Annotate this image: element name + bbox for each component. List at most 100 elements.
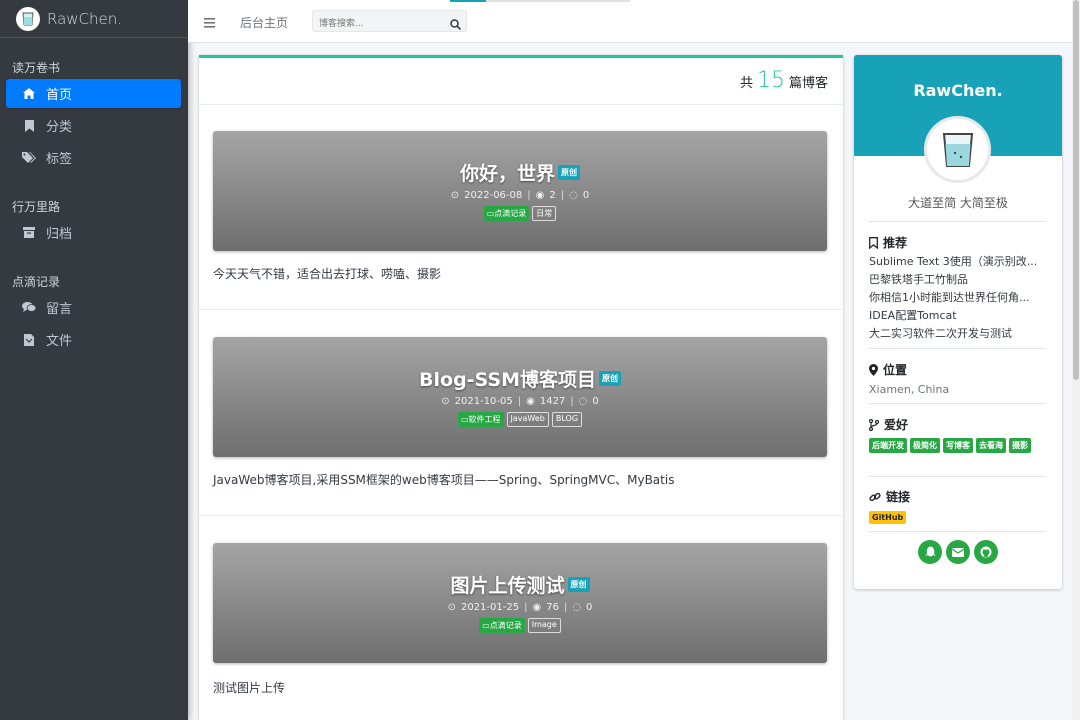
- post-title[interactable]: 你好，世界 原创: [460, 159, 580, 186]
- hobby-badge: 写博客: [943, 438, 973, 453]
- github-icon[interactable]: [974, 540, 998, 564]
- clock-icon: ⊙: [441, 396, 450, 407]
- hobby-title-text: 爱好: [884, 418, 909, 432]
- location-value: Xiamen, China: [869, 383, 950, 396]
- post-summary: JavaWeb博客项目,采用SSM框架的web博客项目——Spring、Spri…: [213, 473, 675, 487]
- original-badge: 原创: [598, 371, 621, 386]
- scrollbar-thumb[interactable]: [1073, 0, 1079, 380]
- cup-icon: [942, 132, 973, 167]
- post-banner[interactable]: 你好，世界 原创 ⊙ 2022-06-08 | ◉ 2 | ◌ 0 ▭点滴记录 日常: [213, 131, 827, 251]
- folder-icon: ▭: [482, 621, 490, 630]
- sidebar-item-messages[interactable]: 留言: [6, 293, 181, 322]
- sidebar-item-tags[interactable]: 标签: [6, 143, 181, 172]
- category-badge[interactable]: ▭点滴记录: [479, 618, 525, 633]
- post-divider: [199, 309, 843, 310]
- blog-count-number: 15: [756, 68, 785, 93]
- recommend-link[interactable]: 大二实习软件二次开发与测试: [869, 325, 1046, 343]
- recommend-link[interactable]: IDEA配置Tomcat: [869, 307, 1046, 325]
- recommend-title-text: 推荐: [883, 236, 908, 250]
- blog-count-row: 共 15 篇博客: [199, 58, 843, 105]
- sidebar: RawChen. 读万卷书 首页 分类 标签 行万里路 归档 点滴记录 留言 文…: [0, 0, 188, 720]
- post-title[interactable]: Blog-SSM博客项目 原创: [419, 365, 621, 392]
- brand-logo-icon: [16, 6, 40, 31]
- post-title[interactable]: 图片上传测试 原创: [450, 571, 590, 598]
- brand-name: RawChen.: [47, 9, 123, 28]
- sidebar-item-label: 首页: [46, 88, 73, 103]
- tag-badge[interactable]: Image: [527, 618, 561, 633]
- original-badge: 原创: [567, 577, 590, 592]
- location-section: 位置 Xiamen, China: [869, 361, 1046, 396]
- recommend-link[interactable]: 巴黎铁塔手工竹制品: [869, 271, 1046, 289]
- post-date: 2022-06-08: [464, 190, 523, 201]
- category-badge[interactable]: ▭点滴记录: [483, 206, 530, 221]
- recommend-list: Sublime Text 3使用（演示别改... 巴黎铁塔手工竹制品 你相信1小…: [869, 253, 1046, 343]
- qq-icon[interactable]: [918, 540, 942, 564]
- divider: [869, 403, 1046, 404]
- recommend-section: 推荐 Sublime Text 3使用（演示别改... 巴黎铁塔手工竹制品 你相…: [869, 234, 1046, 343]
- hobby-badge: 极简化: [910, 438, 940, 453]
- post-banner[interactable]: Blog-SSM博客项目 原创 ⊙ 2021-10-05 | ◉ 1427 | ◌ 0…: [213, 337, 827, 457]
- post-divider: [199, 515, 843, 516]
- eye-icon: ◉: [535, 190, 545, 201]
- sidebar-item-label: 归档: [46, 227, 73, 242]
- nav-header-travel: 行万里路: [12, 200, 61, 214]
- recommend-link[interactable]: 你相信1小时能到达世界任何角...: [869, 289, 1046, 307]
- divider: [869, 348, 1046, 349]
- sidebar-item-home[interactable]: 首页: [6, 79, 181, 108]
- post-comments: 0: [586, 602, 593, 613]
- hobby-title: 爱好: [869, 416, 1046, 433]
- sidebar-item-category[interactable]: 分类: [6, 111, 181, 140]
- category-label: 点滴记录: [494, 209, 527, 218]
- tags-icon: [22, 151, 36, 165]
- page-scrollbar[interactable]: [1072, 0, 1080, 720]
- sidebar-item-files[interactable]: 文件: [6, 325, 181, 354]
- tag-badge[interactable]: JavaWeb: [506, 412, 549, 427]
- original-badge: 原创: [558, 165, 580, 180]
- post-views: 2: [549, 190, 556, 201]
- recommend-title: 推荐: [869, 234, 1046, 251]
- social-buttons: [854, 540, 1062, 564]
- post-date: 2021-10-05: [454, 396, 513, 407]
- location-title: 位置: [869, 361, 1046, 378]
- tag-badge[interactable]: 日常: [532, 206, 557, 221]
- meta-separator: |: [527, 190, 531, 201]
- bars-icon[interactable]: [204, 14, 216, 28]
- divider: [869, 476, 1046, 477]
- top-navbar: 后台主页: [188, 0, 1080, 43]
- sidebar-item-archive[interactable]: 归档: [6, 218, 181, 247]
- links-section: 链接 GitHub: [869, 488, 1046, 524]
- category-label: 软件工程: [468, 415, 501, 424]
- meta-separator: |: [563, 602, 568, 613]
- search-icon[interactable]: [450, 15, 462, 31]
- category-badge[interactable]: ▭软件工程: [457, 412, 504, 427]
- post-tags: ▭点滴记录 日常: [213, 206, 827, 221]
- links-title: 链接: [869, 488, 1046, 505]
- meta-separator: |: [524, 602, 528, 613]
- post-tags: ▭点滴记录 Image: [213, 618, 827, 633]
- avatar: [924, 116, 991, 183]
- tab-indicator: [486, 0, 630, 2]
- sidebar-item-label: 留言: [46, 302, 73, 317]
- code-branch-icon: [869, 418, 879, 431]
- search-form: [312, 10, 467, 34]
- sidebar-item-label: 标签: [46, 152, 73, 167]
- brand-link[interactable]: RawChen.: [0, 0, 188, 38]
- archive-icon: [22, 226, 36, 240]
- sidebar-item-label: 分类: [46, 120, 73, 135]
- post-date: 2021-01-25: [460, 602, 520, 613]
- tab-indicator-active: [450, 0, 486, 2]
- admin-home-link[interactable]: 后台主页: [240, 14, 288, 31]
- meta-separator: |: [560, 190, 565, 201]
- post-summary: 今天天气不错，适合出去打球、唠嗑、摄影: [213, 267, 442, 281]
- divider: [869, 531, 1046, 532]
- post-banner[interactable]: 图片上传测试 原创 ⊙ 2021-01-25 | ◉ 76 | ◌ 0 ▭点滴记录 I…: [213, 543, 827, 663]
- github-link-badge[interactable]: GitHub: [869, 511, 907, 524]
- post-title-text: Blog-SSM博客项目: [419, 369, 596, 391]
- links-title-text: 链接: [886, 490, 911, 504]
- search-input[interactable]: [313, 14, 438, 34]
- email-icon[interactable]: [946, 540, 970, 564]
- post-meta: ⊙ 2021-01-25 | ◉ 76 | ◌ 0: [213, 602, 827, 613]
- tag-badge[interactable]: BLOG: [551, 412, 583, 427]
- recommend-link[interactable]: Sublime Text 3使用（演示别改...: [869, 253, 1046, 271]
- comment-icon: ◌: [569, 190, 578, 201]
